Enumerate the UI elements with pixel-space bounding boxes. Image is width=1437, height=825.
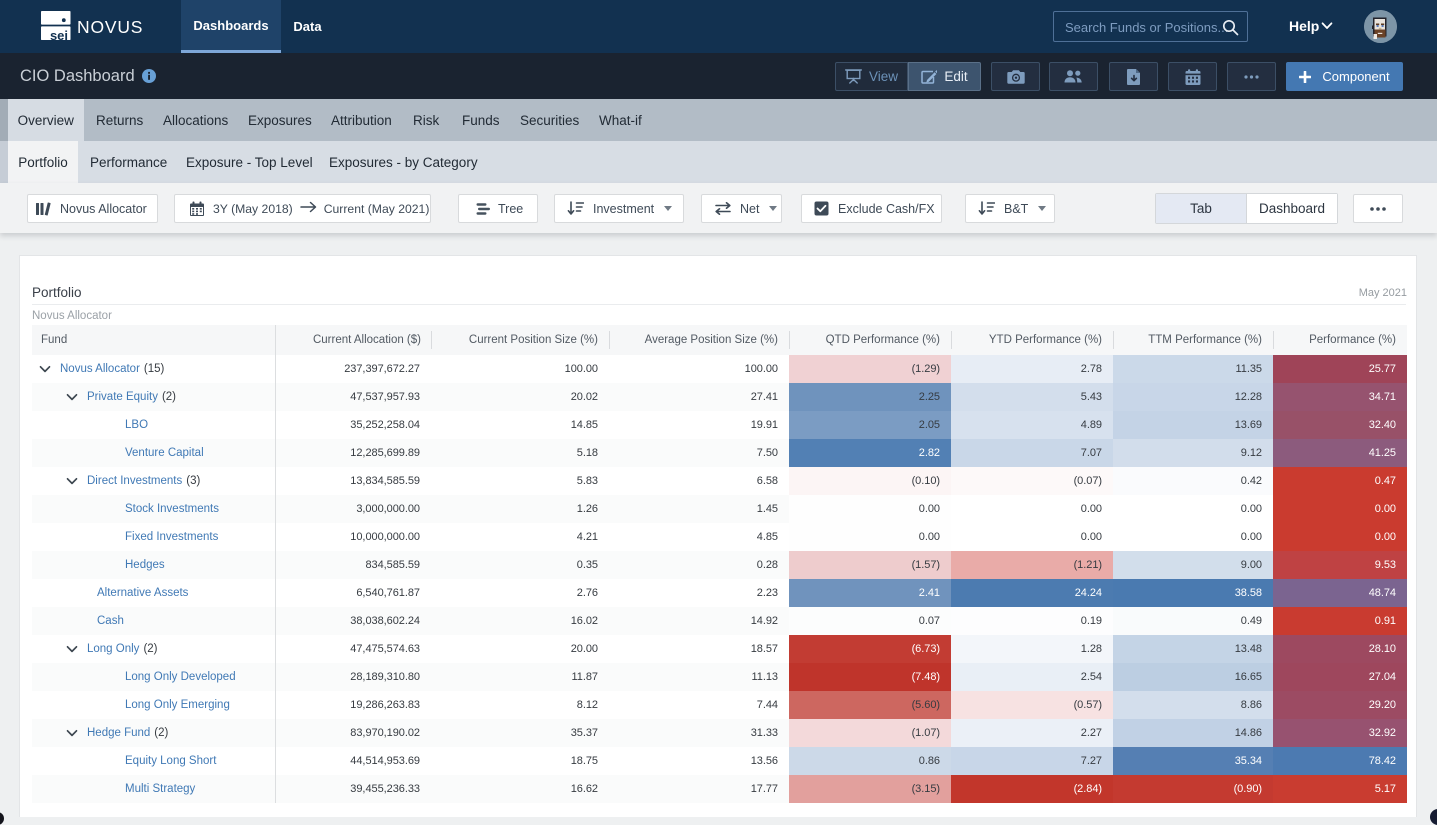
svg-text:sei: sei [50,28,68,40]
